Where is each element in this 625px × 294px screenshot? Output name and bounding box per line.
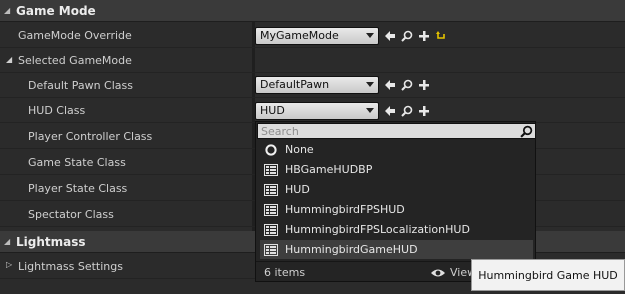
- browse-search-icon[interactable]: [401, 79, 413, 91]
- hud-class-label: HUD Class: [28, 104, 86, 117]
- class-icon: [264, 183, 278, 196]
- circle-icon: [265, 143, 277, 156]
- combo-value: DefaultPawn: [260, 78, 330, 91]
- player-controller-class-label: Player Controller Class: [28, 130, 153, 143]
- list-item-label: HBGameHUDBP: [285, 163, 373, 176]
- list-item[interactable]: None: [260, 140, 533, 159]
- search-input[interactable]: Search: [257, 123, 536, 139]
- list-item[interactable]: HBGameHUDBP: [260, 160, 533, 179]
- reset-to-default-icon[interactable]: [435, 30, 447, 42]
- list-item-label: HummingbirdGameHUD: [285, 243, 418, 256]
- section-title: Game Mode: [16, 3, 96, 18]
- collapse-arrow-icon[interactable]: ◢: [4, 6, 14, 15]
- add-plus-icon[interactable]: [418, 30, 430, 42]
- selected-gamemode-row[interactable]: ◢ Selected GameMode: [0, 48, 625, 73]
- collapse-arrow-icon[interactable]: ◢: [6, 55, 12, 64]
- browse-search-icon[interactable]: [401, 105, 413, 117]
- class-picker-popup: Search None HBGameHUDBP HUD HummingbirdF…: [255, 121, 536, 282]
- spectator-class-label: Spectator Class: [28, 208, 114, 221]
- browse-search-icon[interactable]: [401, 30, 413, 42]
- list-item-label: HummingbirdFPSHUD: [285, 203, 405, 216]
- combo-value: MyGameMode: [260, 29, 339, 42]
- lightmass-settings-label: Lightmass Settings: [18, 260, 123, 273]
- gamemode-override-actions: [384, 30, 447, 42]
- class-icon: [264, 203, 278, 216]
- expand-arrow-icon[interactable]: ▷: [6, 260, 12, 269]
- class-icon: [264, 223, 278, 236]
- list-item[interactable]: HummingbirdGameHUD: [260, 240, 533, 259]
- class-icon: [264, 163, 278, 176]
- add-plus-icon[interactable]: [418, 79, 430, 91]
- list-item[interactable]: HummingbirdFPSHUD: [260, 200, 533, 219]
- list-item[interactable]: HUD: [260, 180, 533, 199]
- hud-class-combo[interactable]: HUD: [255, 102, 379, 120]
- search-placeholder: Search: [261, 125, 299, 138]
- chevron-down-icon: [366, 33, 374, 38]
- default-pawn-class-label: Default Pawn Class: [28, 79, 133, 92]
- use-selected-arrow-icon[interactable]: [384, 105, 396, 117]
- tooltip-text: Hummingbird Game HUD: [478, 268, 618, 282]
- default-pawn-class-combo[interactable]: DefaultPawn: [255, 76, 379, 94]
- hud-class-actions: [384, 105, 430, 117]
- item-tooltip: Hummingbird Game HUD: [471, 259, 625, 291]
- combo-value: HUD: [260, 104, 285, 117]
- section-title: Lightmass: [16, 234, 86, 249]
- default-pawn-actions: [384, 79, 430, 91]
- use-selected-arrow-icon[interactable]: [384, 79, 396, 91]
- player-state-class-label: Player State Class: [28, 182, 128, 195]
- game-mode-section-header[interactable]: ◢ Game Mode: [0, 0, 625, 22]
- gamemode-override-label: GameMode Override: [18, 29, 132, 42]
- view-options-button[interactable]: View: [430, 266, 476, 279]
- eye-icon: [431, 269, 445, 276]
- chevron-down-icon: [366, 108, 374, 113]
- list-item-label: HUD: [285, 183, 310, 196]
- game-state-class-label: Game State Class: [28, 156, 126, 169]
- collapse-arrow-icon[interactable]: ◢: [4, 237, 14, 246]
- item-count: 6 items: [264, 265, 306, 279]
- class-icon: [264, 243, 278, 256]
- gamemode-override-combo[interactable]: MyGameMode: [255, 27, 379, 45]
- search-icon: [520, 125, 533, 138]
- list-item[interactable]: HummingbirdFPSLocalizationHUD: [260, 220, 533, 239]
- use-selected-arrow-icon[interactable]: [384, 30, 396, 42]
- chevron-down-icon: [366, 82, 374, 87]
- selected-gamemode-label: Selected GameMode: [18, 54, 132, 67]
- add-plus-icon[interactable]: [418, 105, 430, 117]
- list-item-label: None: [285, 143, 314, 156]
- list-item-label: HummingbirdFPSLocalizationHUD: [285, 223, 470, 236]
